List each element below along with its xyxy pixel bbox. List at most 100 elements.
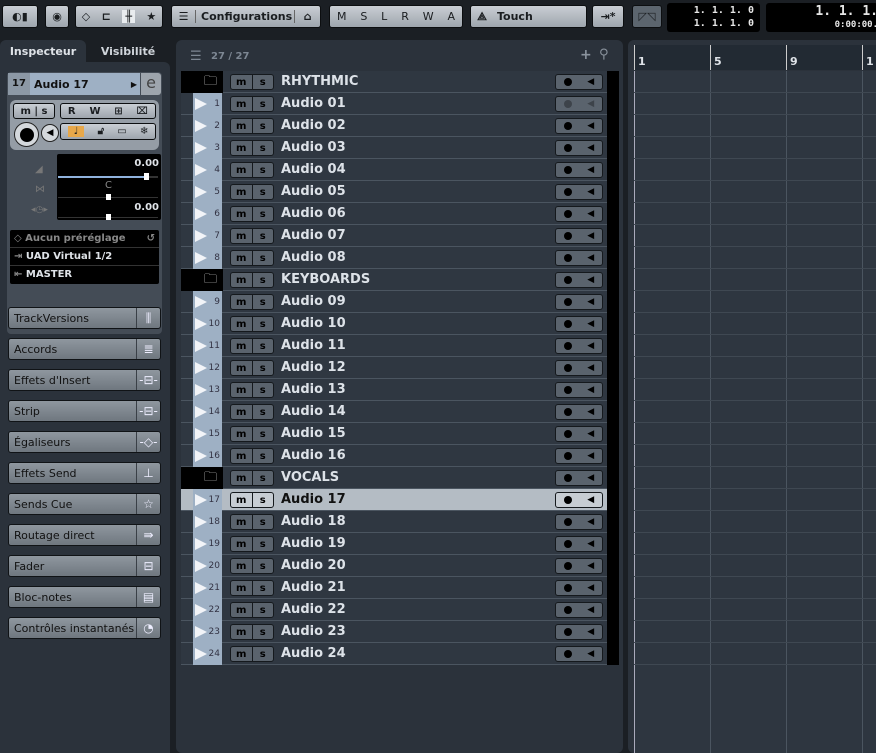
mute-button[interactable]: m bbox=[231, 405, 252, 419]
record-enable-icon[interactable] bbox=[563, 518, 572, 526]
delay-slider[interactable] bbox=[58, 214, 158, 220]
solo-button[interactable]: s bbox=[251, 295, 274, 309]
monitor-icon[interactable]: ◀ bbox=[587, 319, 594, 329]
record-enable-icon[interactable] bbox=[563, 100, 572, 108]
mute-button[interactable]: m bbox=[231, 515, 252, 529]
solo-button[interactable]: s bbox=[251, 449, 274, 463]
audio-track[interactable]: 23 m s Audio 23 ◀ bbox=[181, 621, 619, 643]
record-enable-icon[interactable] bbox=[563, 408, 572, 416]
audio-track[interactable]: 7 m s Audio 07 ◀ bbox=[181, 225, 619, 247]
record-enable-icon[interactable] bbox=[563, 210, 572, 218]
solo-button[interactable]: s bbox=[251, 229, 274, 243]
expand-icon[interactable] bbox=[195, 120, 207, 132]
expand-icon[interactable] bbox=[195, 538, 207, 550]
input-routing[interactable]: ⇥ UAD Virtual 1/2 bbox=[10, 248, 159, 266]
audio-track[interactable]: 9 m s Audio 09 ◀ bbox=[181, 291, 619, 313]
mute-button[interactable]: m bbox=[231, 647, 252, 661]
mute-button[interactable]: m bbox=[231, 559, 252, 573]
track-name-field[interactable]: 17 Audio 17 ▶ bbox=[8, 73, 140, 95]
lanes-icon[interactable]: ▭ bbox=[117, 126, 126, 137]
monitor-icon[interactable]: ◀ bbox=[587, 363, 594, 373]
section--galiseurs[interactable]: Égaliseurs -◇- bbox=[8, 431, 161, 453]
edit-channel-button[interactable]: e bbox=[141, 73, 161, 95]
mute-button[interactable]: m bbox=[231, 581, 252, 595]
expand-icon[interactable] bbox=[195, 494, 207, 506]
monitor-button[interactable]: ◀ bbox=[41, 124, 59, 142]
mute-button[interactable]: m bbox=[231, 537, 252, 551]
reset-icon[interactable]: ↺ bbox=[147, 230, 155, 248]
audio-track[interactable]: 8 m s Audio 08 ◀ bbox=[181, 247, 619, 269]
record-enable-icon[interactable] bbox=[563, 584, 572, 592]
tab-inspecteur[interactable]: Inspecteur bbox=[0, 40, 86, 64]
solo-button[interactable]: s bbox=[251, 97, 274, 111]
record-enable-icon[interactable] bbox=[563, 232, 572, 240]
lock-icon[interactable]: 🔓︎ bbox=[98, 126, 104, 137]
record-enable-icon[interactable] bbox=[563, 188, 572, 196]
audio-track[interactable]: 1 m s Audio 01 ◀ bbox=[181, 93, 619, 115]
expand-icon[interactable] bbox=[195, 230, 207, 242]
solo-button[interactable]: s bbox=[251, 537, 274, 551]
audio-track[interactable]: 12 m s Audio 12 ◀ bbox=[181, 357, 619, 379]
layout-toggle-button[interactable]: ◐▮ bbox=[2, 5, 38, 28]
expand-icon[interactable] bbox=[195, 296, 207, 308]
autoscroll-button[interactable]: ⇥* bbox=[592, 5, 624, 28]
preset-field[interactable]: ◇ Aucun préréglage ↺ bbox=[10, 230, 159, 248]
solo-button[interactable]: s bbox=[251, 515, 274, 529]
mute-button[interactable]: m bbox=[231, 295, 252, 309]
audio-track[interactable]: 5 m s Audio 05 ◀ bbox=[181, 181, 619, 203]
monitor-icon[interactable]: ◀ bbox=[587, 451, 594, 461]
record-enable-icon[interactable] bbox=[563, 562, 572, 570]
record-enable-icon[interactable] bbox=[563, 364, 572, 372]
expand-icon[interactable] bbox=[195, 252, 207, 264]
audio-track[interactable]: 24 m s Audio 24 ◀ bbox=[181, 643, 619, 665]
expand-icon[interactable] bbox=[195, 560, 207, 572]
folder-track[interactable]: 🗀︎ m s KEYBOARDS ◀ bbox=[181, 269, 619, 291]
monitor-icon[interactable]: ◀ bbox=[587, 495, 594, 505]
folder-icon[interactable]: 🗀︎ bbox=[181, 71, 223, 93]
mute-solo-buttons[interactable]: m | s bbox=[13, 103, 55, 119]
record-enable-icon[interactable] bbox=[563, 606, 572, 614]
automation-m-button[interactable]: M bbox=[337, 10, 347, 23]
expand-icon[interactable] bbox=[195, 186, 207, 198]
section-effets-send[interactable]: Effets Send ⊥ bbox=[8, 462, 161, 484]
section-bloc-notes[interactable]: Bloc-notes ▤ bbox=[8, 586, 161, 608]
record-enable-button[interactable] bbox=[14, 122, 39, 147]
automation-s-button[interactable]: S bbox=[360, 10, 367, 23]
section-strip[interactable]: Strip -⊟- bbox=[8, 400, 161, 422]
solo-button[interactable]: s bbox=[251, 273, 274, 287]
automation-w-button[interactable]: W bbox=[423, 10, 434, 23]
monitor-icon[interactable]: ◀ bbox=[587, 165, 594, 175]
section-accords[interactable]: Accords ≣ bbox=[8, 338, 161, 360]
record-enable-icon[interactable] bbox=[563, 452, 572, 460]
solo-button[interactable]: s bbox=[251, 339, 274, 353]
audio-track[interactable]: 21 m s Audio 21 ◀ bbox=[181, 577, 619, 599]
tab-visibilite[interactable]: Visibilité bbox=[86, 40, 170, 64]
monitor-icon[interactable]: ◀ bbox=[587, 429, 594, 439]
monitor-icon[interactable]: ◀ bbox=[587, 231, 594, 241]
freeze-icon[interactable]: ❄ bbox=[140, 126, 148, 137]
mute-button[interactable]: m bbox=[231, 185, 252, 199]
automation-mode-dropdown[interactable]: ⟁ Touch bbox=[470, 5, 587, 28]
record-enable-icon[interactable] bbox=[563, 122, 572, 130]
pan-slider[interactable] bbox=[58, 194, 158, 200]
audio-track[interactable]: 15 m s Audio 15 ◀ bbox=[181, 423, 619, 445]
record-enable-icon[interactable] bbox=[563, 166, 572, 174]
solo-button[interactable]: s bbox=[251, 185, 274, 199]
record-enable-icon[interactable] bbox=[563, 628, 572, 636]
folder-track[interactable]: 🗀︎ m s VOCALS ◀ bbox=[181, 467, 619, 489]
record-enable-icon[interactable] bbox=[563, 144, 572, 152]
monitor-icon[interactable]: ◀ bbox=[587, 627, 594, 637]
record-enable-icon[interactable] bbox=[563, 342, 572, 350]
mute-button[interactable]: m bbox=[231, 427, 252, 441]
mute-button[interactable]: m bbox=[231, 339, 252, 353]
expand-icon[interactable] bbox=[195, 428, 207, 440]
star-icon[interactable]: ★ bbox=[146, 10, 156, 23]
audio-track[interactable]: 2 m s Audio 02 ◀ bbox=[181, 115, 619, 137]
expand-icon[interactable] bbox=[195, 318, 207, 330]
record-enable-icon[interactable] bbox=[563, 254, 572, 262]
expand-icon[interactable] bbox=[195, 384, 207, 396]
mute-button[interactable]: m bbox=[231, 449, 252, 463]
event-display[interactable] bbox=[634, 71, 876, 753]
solo-button[interactable]: s bbox=[251, 471, 274, 485]
monitor-icon[interactable]: ◀ bbox=[587, 517, 594, 527]
